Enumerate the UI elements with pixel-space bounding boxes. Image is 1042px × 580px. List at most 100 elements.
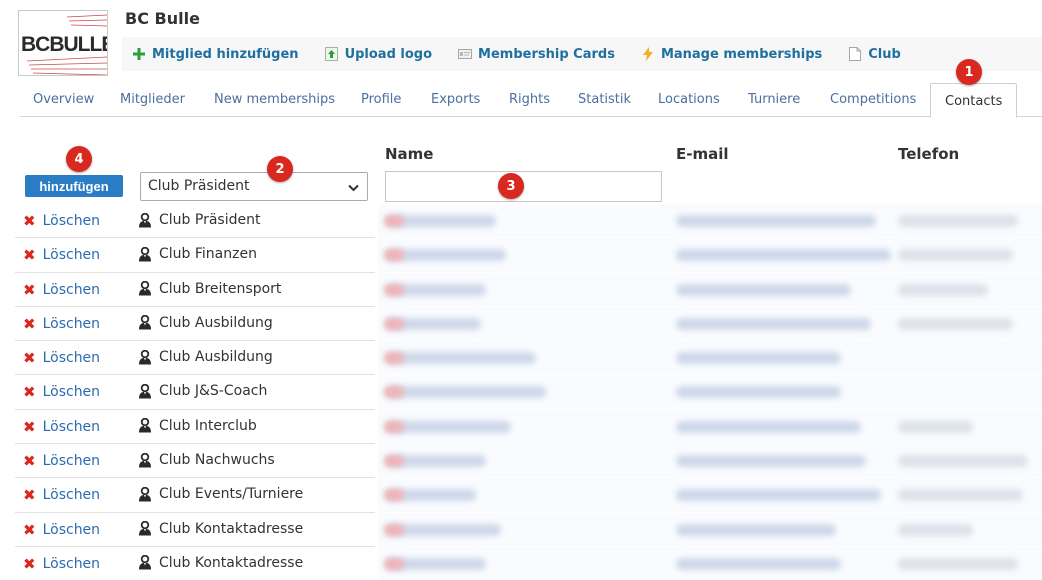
person-icon [138,452,152,468]
delete-link[interactable]: ✖ Löschen [23,521,100,539]
delete-label: Löschen [42,555,101,572]
club-action[interactable]: Club [848,47,901,62]
add-contact-button[interactable]: hinzufügen [25,175,123,197]
role-text: Club Interclub [159,417,257,434]
role-text: Club Finanzen [159,246,257,263]
card-icon [458,47,473,61]
manage-memberships-action[interactable]: Manage memberships [641,47,822,62]
blurred-email [676,455,866,468]
row-blurred-details [378,272,1042,307]
upload-logo-action[interactable]: Upload logo [325,47,432,62]
person-icon [138,212,152,228]
row-left: ✖ Löschen Club J&S-Coach [15,375,375,410]
blurred-email [676,489,881,502]
row-blurred-details [378,238,1042,273]
delete-x-icon: ✖ [23,554,36,573]
delete-link[interactable]: ✖ Löschen [23,383,100,401]
delete-link[interactable]: ✖ Löschen [23,349,100,367]
plus-icon [132,47,146,61]
blurred-phone [898,523,973,536]
delete-link[interactable]: ✖ Löschen [23,486,100,504]
club-logo: BCBULLE [18,10,108,76]
delete-label: Löschen [42,281,101,298]
upload-icon [325,47,339,61]
tab-overview[interactable]: Overview [33,92,94,107]
role-label: Club Ausbildung [138,315,273,331]
row-left: ✖ Löschen Club Kontaktadresse [15,513,375,547]
blurred-name-marker [384,352,404,365]
row-blurred-details [378,546,1042,580]
person-icon [138,383,152,399]
delete-link[interactable]: ✖ Löschen [23,418,100,436]
column-header-phone: Telefon [898,145,960,163]
delete-label: Löschen [42,521,101,538]
table-row: ✖ Löschen Club Präsident [0,204,1042,239]
delete-x-icon: ✖ [23,246,36,265]
role-text: Club Kontaktadresse [159,520,304,537]
blurred-name-marker [384,489,404,502]
delete-link[interactable]: ✖ Löschen [23,281,100,299]
blurred-name-marker [384,420,404,433]
role-text: Club Kontaktadresse [159,554,304,571]
delete-label: Löschen [42,384,101,401]
blurred-phone [898,215,1018,227]
delete-link[interactable]: ✖ Löschen [23,246,100,264]
blurred-email [676,352,841,365]
delete-x-icon: ✖ [23,383,36,402]
tab-exports[interactable]: Exports [431,92,480,107]
delete-x-icon: ✖ [23,520,36,539]
annotation-marker-3: 3 [498,173,524,199]
club-title: BC Bulle [125,9,200,28]
row-blurred-details [378,478,1042,513]
role-label: Club Finanzen [138,246,257,262]
tab-turniere[interactable]: Turniere [748,92,800,107]
table-row: ✖ Löschen Club Nachwuchs [0,444,1042,479]
tab-statistik[interactable]: Statistik [578,92,631,107]
tab-competitions[interactable]: Competitions [830,92,916,107]
tab-mitglieder[interactable]: Mitglieder [120,92,185,107]
blurred-name-marker [384,317,404,330]
add-member-action[interactable]: Mitglied hinzufügen [132,47,299,62]
role-text: Club Ausbildung [159,349,273,366]
column-header-name: Name [385,145,434,163]
tab-contacts[interactable]: Contacts [930,83,1018,118]
blurred-name [386,420,511,433]
role-select[interactable]: Club Präsident [140,172,368,201]
blurred-name [386,386,546,399]
table-row: ✖ Löschen Club Events/Turniere [0,478,1042,513]
role-label: Club Kontaktadresse [138,555,303,571]
tab-new-memberships[interactable]: New memberships [214,92,335,107]
blurred-name-marker [384,283,404,296]
delete-label: Löschen [42,213,101,229]
role-text: Club Breitensport [159,280,282,297]
delete-link[interactable]: ✖ Löschen [23,212,100,230]
blurred-email [676,317,871,330]
membership-cards-action[interactable]: Membership Cards [458,47,615,62]
delete-link[interactable]: ✖ Löschen [23,315,100,333]
role-label: Club J&S-Coach [138,383,267,399]
role-select-value: Club Präsident [148,178,250,194]
role-label: Club Ausbildung [138,349,273,365]
person-icon [138,246,152,262]
table-row: ✖ Löschen Club Ausbildung [0,341,1042,376]
tab-profile[interactable]: Profile [361,92,401,107]
blurred-name-marker [384,523,404,536]
action-bar: Mitglied hinzufügen Upload logo Membersh… [122,37,1042,71]
delete-x-icon: ✖ [23,280,36,299]
row-blurred-details [378,306,1042,342]
row-left: ✖ Löschen Club Interclub [15,410,375,445]
person-icon [138,281,152,296]
delete-label: Löschen [42,453,101,470]
row-left: ✖ Löschen Club Nachwuchs [15,444,375,479]
role-text: Club J&S-Coach [159,383,268,400]
delete-link[interactable]: ✖ Löschen [23,555,100,573]
delete-x-icon: ✖ [23,314,36,333]
delete-link[interactable]: ✖ Löschen [23,452,100,470]
delete-x-icon: ✖ [23,212,36,230]
tab-locations[interactable]: Locations [658,92,720,107]
delete-label: Löschen [42,418,101,435]
tab-rights[interactable]: Rights [509,92,550,107]
blurred-email [676,420,861,433]
blurred-phone [898,249,1013,262]
row-left: ✖ Löschen Club Kontaktadresse [15,547,375,580]
